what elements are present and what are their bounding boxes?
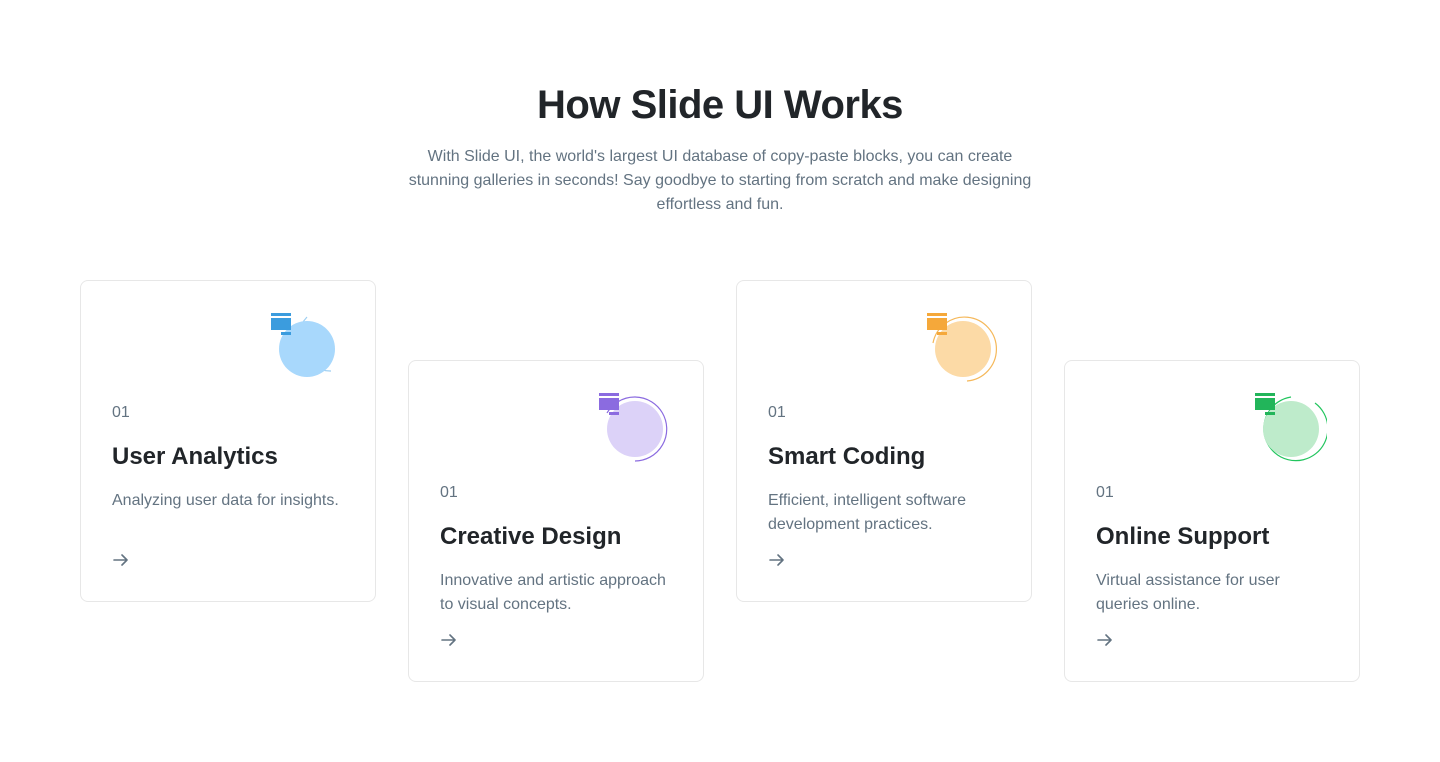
feature-card-online-support: 01 Online Support Virtual assistance for… bbox=[1064, 360, 1360, 682]
step-number: 01 bbox=[440, 484, 458, 501]
feature-card-smart-coding: 01 Smart Coding Efficient, intelligent s… bbox=[736, 280, 1032, 602]
step-number: 01 bbox=[1096, 484, 1114, 501]
feature-card-creative-design: 01 Creative Design Innovative and artist… bbox=[408, 360, 704, 682]
feature-icon-badge bbox=[271, 313, 343, 385]
card-title: Creative Design bbox=[440, 523, 622, 550]
card-description: Efficient, intelligent software developm… bbox=[768, 492, 967, 533]
layout-icon bbox=[927, 313, 947, 335]
arrow-right-icon[interactable] bbox=[112, 551, 130, 569]
card-description: Virtual assistance for user queries onli… bbox=[1096, 572, 1280, 613]
layout-icon bbox=[599, 393, 619, 415]
section-title: How Slide UI Works bbox=[537, 83, 903, 127]
feature-icon-badge bbox=[927, 313, 999, 385]
arrow-right-icon[interactable] bbox=[768, 551, 786, 569]
feature-card-user-analytics: 01 User Analytics Analyzing user data fo… bbox=[80, 280, 376, 602]
card-title: User Analytics bbox=[112, 443, 278, 470]
feature-icon-badge bbox=[1255, 393, 1327, 465]
layout-icon bbox=[1255, 393, 1275, 415]
card-description: Innovative and artistic approach to visu… bbox=[440, 572, 666, 613]
card-title: Smart Coding bbox=[768, 443, 926, 470]
layout-icon bbox=[271, 313, 291, 335]
arrow-right-icon[interactable] bbox=[440, 631, 458, 649]
section-subtitle: With Slide UI, the world's largest UI da… bbox=[408, 148, 1032, 213]
how-it-works-section: How Slide UI Works With Slide UI, the wo… bbox=[0, 0, 1440, 762]
feature-icon-badge bbox=[599, 393, 671, 465]
step-number: 01 bbox=[768, 404, 786, 421]
arrow-right-icon[interactable] bbox=[1096, 631, 1114, 649]
card-description: Analyzing user data for insights. bbox=[112, 492, 339, 509]
step-number: 01 bbox=[112, 404, 130, 421]
card-title: Online Support bbox=[1096, 523, 1270, 550]
